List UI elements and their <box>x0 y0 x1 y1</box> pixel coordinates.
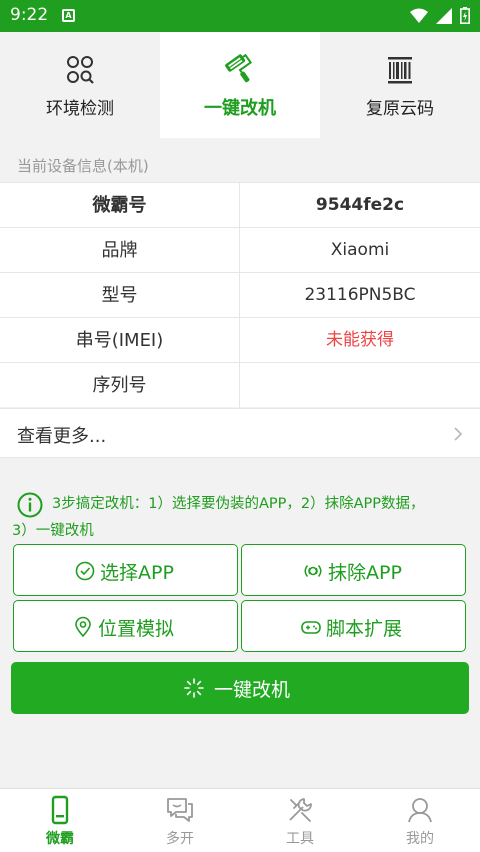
nav-label: 微霸 <box>46 831 74 847</box>
nav-mine[interactable]: 我的 <box>360 789 480 852</box>
bottom-nav: 微霸 多开 工具 我的 <box>0 788 480 852</box>
row-key: 型号 <box>0 273 240 318</box>
table-row: 序列号 <box>0 362 480 408</box>
row-value: Xiaomi <box>330 240 390 260</box>
wifi-icon <box>410 8 428 23</box>
sparkle-icon <box>184 678 204 698</box>
tab-environment-check[interactable]: 环境检测 <box>0 32 160 138</box>
device-info-table: 微霸号 9544fe2c 品牌 Xiaomi 型号 23116PN5BC 串号(… <box>0 182 480 408</box>
location-simulate-label: 位置模拟 <box>98 618 175 640</box>
script-extension-label: 脚本扩展 <box>326 618 403 640</box>
tab-label: 环境检测 <box>46 99 114 119</box>
select-app-label: 选择APP <box>100 562 174 584</box>
row-value <box>240 363 480 408</box>
broadcast-icon <box>304 565 322 577</box>
script-extension-button[interactable]: 脚本扩展 <box>241 600 466 652</box>
nav-label: 工具 <box>286 831 314 847</box>
location-pin-icon <box>75 616 91 638</box>
tools-icon <box>289 798 312 822</box>
status-time: 9:22 <box>10 5 49 25</box>
row-key: 串号(IMEI) <box>0 318 240 363</box>
tab-label: 复原云码 <box>366 99 434 119</box>
info-icon <box>17 492 43 518</box>
row-key: 序列号 <box>0 363 240 408</box>
nav-multi-open[interactable]: 多开 <box>120 789 240 852</box>
erase-app-button[interactable]: 抹除APP <box>241 544 466 596</box>
select-app-button[interactable]: 选择APP <box>13 544 238 596</box>
chevron-right-icon <box>454 427 463 441</box>
row-key: 微霸号 <box>0 183 240 228</box>
top-tabs: 环境检测 一键改机 复原云码 <box>0 32 480 138</box>
nav-label: 我的 <box>406 831 434 847</box>
view-more-row[interactable]: 查看更多... <box>0 408 480 458</box>
row-value: 9544fe2c <box>315 195 405 215</box>
nav-weiba[interactable]: 微霸 <box>0 789 120 852</box>
view-more-label: 查看更多... <box>17 426 107 447</box>
person-icon <box>408 798 432 823</box>
row-value: 23116PN5BC <box>304 285 416 305</box>
table-row: 品牌 Xiaomi <box>0 227 480 273</box>
tip-line-1: 3步搞定改机：1）选择要伪装的APP，2）抹除APP数据， <box>52 496 425 512</box>
signal-icon <box>436 7 452 24</box>
location-simulate-button[interactable]: 位置模拟 <box>13 600 238 652</box>
phone-icon <box>51 795 69 825</box>
tab-restore-cloud-code[interactable]: 复原云码 <box>320 32 480 138</box>
one-click-change-label: 一键改机 <box>214 679 291 701</box>
row-value: 未能获得 <box>326 330 394 350</box>
nav-tools[interactable]: 工具 <box>240 789 360 852</box>
row-key: 品牌 <box>0 228 240 273</box>
circles-search-icon <box>67 56 94 84</box>
barcode-icon <box>388 57 412 84</box>
erase-app-label: 抹除APP <box>328 562 402 584</box>
battery-icon <box>460 7 470 24</box>
table-row: 型号 23116PN5BC <box>0 272 480 318</box>
check-circle-icon <box>75 561 95 581</box>
notification-a-icon: A <box>62 9 75 22</box>
nav-label: 多开 <box>166 831 194 847</box>
device-info-section-title: 当前设备信息(本机) <box>17 157 149 175</box>
table-row: 微霸号 9544fe2c <box>0 182 480 228</box>
status-bar: 9:22 A <box>0 0 480 32</box>
tab-one-click-change[interactable]: 一键改机 <box>160 32 320 138</box>
status-icons <box>410 7 470 24</box>
chat-icon <box>167 798 193 822</box>
table-row: 串号(IMEI) 未能获得 <box>0 317 480 363</box>
tip-line-2: 3）一键改机 <box>12 523 94 539</box>
paint-roller-icon <box>225 54 253 83</box>
one-click-change-button[interactable]: 一键改机 <box>11 662 469 714</box>
gamepad-icon <box>301 621 321 634</box>
tab-label: 一键改机 <box>204 98 276 119</box>
